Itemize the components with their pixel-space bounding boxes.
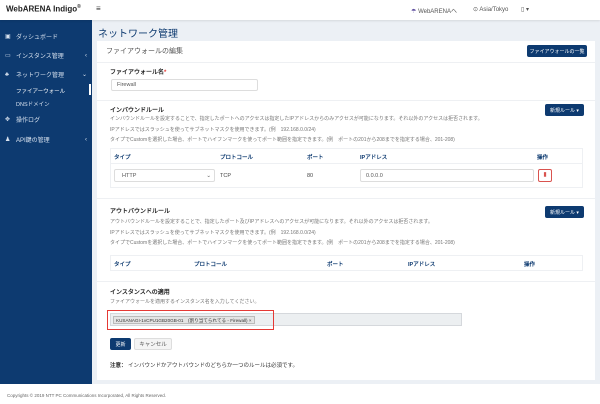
update-button[interactable]: 更新 (110, 338, 131, 350)
col-type: タイプ (114, 155, 131, 161)
note-text: インバウンドかアウトバウンドのどちらか一つのルールは必須です。 (128, 363, 298, 369)
page-title: ネットワーク管理 (98, 29, 178, 40)
ip-address-input[interactable]: 0.0.0.0 (360, 169, 534, 182)
col-port: ポート (307, 155, 324, 161)
port-value: 80 (307, 173, 314, 179)
type-select[interactable]: HTTP ⌄ (114, 169, 215, 182)
sidebar-item-logs[interactable]: ✥ 操作ログ (5, 115, 87, 124)
firewall-list-button[interactable]: ファイアウォールの一覧 (527, 45, 587, 57)
inbound-desc: IPアドレスではスラッシュを使ってサブネットマスクを使用できます。(例 192.… (110, 127, 316, 133)
sidebar-item-api-keys[interactable]: ♟ API鍵の管理 ‹ (5, 135, 87, 145)
inbound-desc: インバウンドルールを設定することで、指定したポートへのアクセスは指定したIPアド… (110, 116, 483, 122)
sidebar-label: ネットワーク管理 (16, 73, 65, 79)
outbound-desc: IPアドレスではスラッシュを使ってサブネットマスクを使用できます。(例 192.… (110, 230, 316, 236)
firewall-name-label: ファイアウォール名* (110, 67, 166, 76)
inbound-new-rule-button[interactable]: 新規ルール ▾ (545, 104, 584, 116)
sidebar: ▣ ダッシュボード ▭ インスタンス管理 ‹ ♣ ネットワーク管理 ⌄ ファイアーウォール… (0, 20, 92, 384)
sidebar-label: インスタンス管理 (16, 54, 64, 60)
col-action: 操作 (524, 262, 536, 268)
col-ip: IPアドレス (408, 262, 436, 268)
divider (97, 100, 595, 101)
outbound-title: アウトバウンドルール (110, 209, 171, 215)
required-mark: * (164, 70, 167, 76)
footer: Copyrights © 2019 NTT PC Communications … (0, 384, 600, 404)
active-indicator (89, 84, 91, 95)
dashboard-icon: ▣ (5, 34, 11, 40)
timezone[interactable]: ⊙ Asia/Tokyo (473, 6, 508, 13)
inbound-desc: タイプでCustomを選択した場合、ポートでハイフンマークを使ってポート範囲を指… (110, 137, 455, 143)
chevron-left-icon: ‹ (85, 52, 87, 59)
instances-desc: ファイアウォールを適用するインスタンス名を入力してください。 (110, 299, 260, 305)
instances-title: インスタンスへの適用 (110, 290, 170, 296)
sidebar-label: ダッシュボード (16, 35, 59, 41)
outbound-desc: アウトバウンドルールを設定することで、指定したポート及びIPアドレスへのアクセス… (110, 219, 433, 225)
timezone-label: Asia/Tokyo (479, 7, 509, 13)
sidebar-sub-dns[interactable]: DNSドメイン (16, 100, 50, 108)
col-port: ポート (327, 262, 344, 268)
outbound-table: タイプ プロトコール ポート IPアドレス 操作 (110, 255, 583, 271)
col-type: タイプ (114, 262, 131, 268)
chevron-down-icon: ⌄ (81, 72, 87, 78)
type-value: HTTP (122, 172, 137, 179)
menu-toggle-icon[interactable]: ≡ (96, 4, 101, 13)
brand-name: WebARENA Indigo (6, 4, 78, 14)
chevron-down-icon: ⌄ (206, 172, 211, 179)
inbound-title: インバウンドルール (110, 108, 165, 114)
protocol-value: TCP (220, 173, 231, 179)
user-menu[interactable]: ▯ ▾ (521, 6, 529, 13)
user-icon: ▯ (521, 7, 525, 13)
cancel-button[interactable]: キャンセル (134, 338, 172, 350)
monitor-icon: ▭ (5, 53, 11, 59)
umbrella-icon: ☂ (411, 9, 417, 15)
network-icon: ♣ (5, 71, 9, 78)
card-title: ファイアウォールの編集 (106, 48, 183, 55)
col-action: 操作 (537, 155, 549, 161)
log-icon: ✥ (5, 117, 11, 123)
sidebar-item-instances[interactable]: ▭ インスタンス管理 ‹ (5, 51, 87, 61)
caret-down-icon: ▾ (525, 7, 529, 13)
firewall-edit-card: ファイアウォールの編集 ファイアウォールの一覧 ファイアウォール名* Firew… (97, 41, 595, 380)
divider (97, 281, 595, 282)
sidebar-item-dashboard[interactable]: ▣ ダッシュボード (5, 32, 87, 41)
outbound-desc: タイプでCustomを選択した場合、ポートでハイフンマークを使ってポート範囲を指… (110, 240, 455, 246)
inbound-table: タイプ プロトコール ポート IPアドレス 操作 HTTP ⌄ TCP 80 0.… (110, 148, 583, 188)
divider (97, 62, 595, 63)
highlight-box (107, 310, 274, 330)
webarena-link[interactable]: ☂ WebARENAへ (411, 6, 457, 15)
note: 注意： インバウンドかアウトバウンドのどちらか一つのルールは必須です。 (110, 361, 298, 369)
sidebar-item-network[interactable]: ♣ ネットワーク管理 ⌄ (5, 70, 87, 80)
label-text: ファイアウォール名 (110, 70, 165, 76)
delete-rule-button[interactable]: ▮ (538, 169, 552, 182)
brand-reg: ® (77, 4, 81, 10)
col-protocol: プロトコール (220, 155, 254, 161)
col-protocol: プロトコール (194, 262, 228, 268)
key-icon: ♟ (5, 137, 11, 143)
brand-logo[interactable]: WebARENA Indigo® (6, 4, 81, 14)
sidebar-label: 操作ログ (16, 118, 41, 124)
sidebar-label: API鍵の管理 (16, 138, 50, 144)
col-ip: IPアドレス (360, 155, 388, 161)
sidebar-sub-firewall[interactable]: ファイアーウォール (16, 87, 65, 95)
chevron-left-icon: ‹ (85, 136, 87, 143)
webarena-link-label: WebARENAへ (418, 9, 457, 15)
note-label: 注意： (110, 363, 127, 369)
outbound-new-rule-button[interactable]: 新規ルール ▾ (545, 206, 584, 218)
divider (111, 163, 582, 164)
clock-icon: ⊙ (473, 7, 479, 13)
divider (97, 198, 595, 199)
top-bar: WebARENA Indigo® ≡ ☂ WebARENAへ ⊙ Asia/To… (0, 0, 600, 20)
firewall-name-input[interactable]: Firewall (111, 79, 258, 91)
trash-icon: ▮ (543, 172, 547, 178)
